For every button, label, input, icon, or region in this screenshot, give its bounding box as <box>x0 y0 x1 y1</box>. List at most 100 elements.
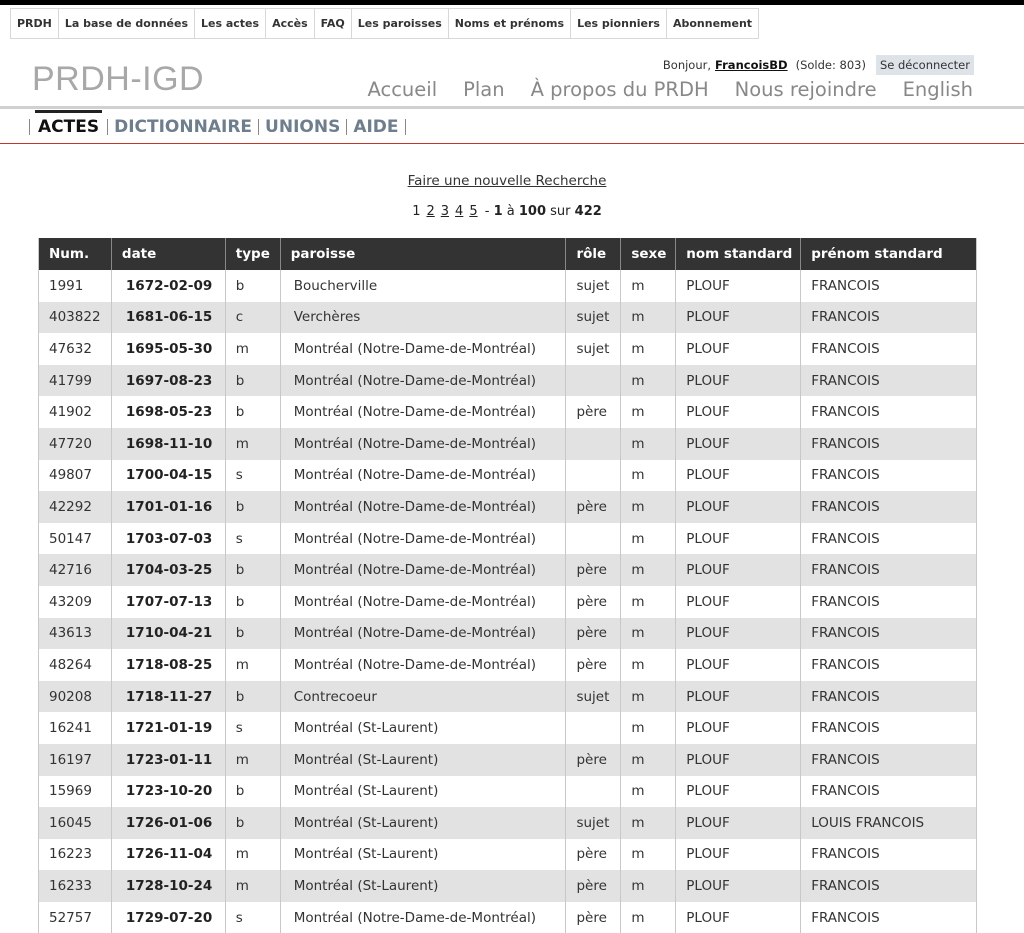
table-row[interactable]: 42716 1704-03-25 b Montréal (Notre-Dame-de-… <box>38 554 977 586</box>
header-divider <box>0 106 1024 109</box>
results-table: Num. date type paroisse rôle sexe nom standard… <box>38 238 977 933</box>
cell-role: père <box>565 649 622 681</box>
table-row[interactable]: 42292 1701-01-16 b Montréal (Notre-Dame-de-… <box>38 491 977 523</box>
cell-prenom: FRANCOIS <box>800 712 977 744</box>
cell-date: 1701-01-16 <box>111 491 226 523</box>
table-row[interactable]: 48264 1718-08-25 m Montréal (Notre-Dame-de-… <box>38 649 977 681</box>
username-link[interactable]: FrancoisBD <box>715 58 788 72</box>
range-from: 1 <box>493 204 503 219</box>
topnav-item-les-pionniers[interactable]: Les pionniers <box>570 9 666 38</box>
cell-date: 1723-01-11 <box>111 743 226 776</box>
page-link[interactable]: 2 <box>426 204 434 219</box>
table-row[interactable]: 1991 1672-02-09 b Boucherville sujet m PLOUF FR… <box>38 270 977 302</box>
cell-role <box>565 522 622 555</box>
cell-role <box>565 427 622 460</box>
column-header-prenom-standard[interactable]: prénom standard <box>800 238 977 270</box>
cell-nom: PLOUF <box>675 807 802 839</box>
cell-type: b <box>225 491 281 523</box>
cell-type: m <box>225 870 281 902</box>
table-row[interactable]: 47632 1695-05-30 m Montréal (Notre-Dame-de-… <box>38 333 977 365</box>
table-row[interactable]: 41799 1697-08-23 b Montréal (Notre-Dame-de-… <box>38 364 977 397</box>
cell-prenom: FRANCOIS <box>800 333 977 365</box>
cell-prenom: FRANCOIS <box>800 743 977 776</box>
cell-prenom: FRANCOIS <box>800 775 977 808</box>
cell-sexe: m <box>620 901 677 933</box>
cell-paroisse: Montréal (St-Laurent) <box>280 743 567 776</box>
site-logo[interactable]: PRDH-IGD <box>32 60 204 99</box>
cell-prenom: FRANCOIS <box>800 301 977 334</box>
table-row[interactable]: 41902 1698-05-23 b Montréal (Notre-Dame-de-… <box>38 396 977 428</box>
page-link[interactable]: 5 <box>469 204 477 219</box>
column-header-type[interactable]: type <box>225 238 281 270</box>
table-row[interactable]: 403822 1681-06-15 c Verchères sujet m PLOUF FRA… <box>38 301 977 334</box>
topnav-item-faq[interactable]: FAQ <box>313 9 351 38</box>
column-header-sexe[interactable]: sexe <box>620 238 677 270</box>
mainnav-item-accueil[interactable]: Accueil <box>367 78 437 101</box>
table-row[interactable]: 16045 1726-01-06 b Montréal (St-Laurent) suj… <box>38 807 977 839</box>
range-total: 422 <box>574 204 602 219</box>
column-header-paroisse[interactable]: paroisse <box>280 238 567 270</box>
column-header-date[interactable]: date <box>111 238 226 270</box>
cell-type: b <box>225 270 281 302</box>
cell-role: père <box>565 617 622 650</box>
cell-sexe: m <box>620 838 677 871</box>
pagination: 12345 - 1 à 100 sur 422 <box>0 204 1014 219</box>
subnav-tab-actes[interactable]: ACTES <box>35 109 103 142</box>
topnav-item-abonnement[interactable]: Abonnement <box>665 9 760 38</box>
table-row[interactable]: 90208 1718-11-27 b Contrecoeur sujet m PLOUF FR… <box>38 680 977 713</box>
table-row[interactable]: 47720 1698-11-10 m Montréal (Notre-Dame-de-… <box>38 427 977 460</box>
cell-date: 1726-11-04 <box>111 838 226 871</box>
cell-paroisse: Verchères <box>280 301 567 334</box>
table-row[interactable]: 49807 1700-04-15 s Montréal (Notre-Dame-de-… <box>38 459 977 492</box>
cell-date: 1672-02-09 <box>111 270 226 302</box>
mainnav-item-a-propos-du-prdh[interactable]: À propos du PRDH <box>531 78 709 101</box>
logout-button[interactable]: Se déconnecter <box>875 55 974 75</box>
table-row[interactable]: 50147 1703-07-03 s Montréal (Notre-Dame-de-… <box>38 522 977 555</box>
cell-paroisse: Contrecoeur <box>280 680 567 713</box>
cell-sexe: m <box>620 870 677 902</box>
subnav-tab-dictionnaire[interactable]: DICTIONNAIRE <box>113 117 253 137</box>
topnav-item-les-actes[interactable]: Les actes <box>194 9 265 38</box>
cell-role: père <box>565 743 622 776</box>
cell-nom: PLOUF <box>675 680 802 713</box>
new-search-link[interactable]: Faire une nouvelle Recherche <box>0 173 1014 189</box>
user-bar: Bonjour, FrancoisBD (Solde: 803) Se déco… <box>663 55 974 75</box>
section-divider <box>0 143 1024 144</box>
cell-date: 1681-06-15 <box>111 301 226 334</box>
column-header-num[interactable]: Num. <box>38 238 112 270</box>
topnav-item-prdh[interactable]: PRDH <box>10 9 58 38</box>
table-row[interactable]: 52757 1729-07-20 s Montréal (Notre-Dame-de-… <box>38 901 977 933</box>
table-row[interactable]: 15969 1723-10-20 b Montréal (St-Laurent) m PL… <box>38 775 977 808</box>
page-link[interactable]: 3 <box>441 204 449 219</box>
table-row[interactable]: 16241 1721-01-19 s Montréal (St-Laurent) m PL… <box>38 712 977 744</box>
subnav-separator <box>29 119 30 135</box>
mainnav-item-nous-rejoindre[interactable]: Nous rejoindre <box>735 78 877 101</box>
topnav-item-acces[interactable]: Accès <box>265 9 314 38</box>
cell-prenom: FRANCOIS <box>800 522 977 555</box>
topnav-item-la-base-de-donnees[interactable]: La base de données <box>57 9 194 38</box>
topnav-item-noms-et-prenoms[interactable]: Noms et prénoms <box>447 9 570 38</box>
mainnav-item-english[interactable]: English <box>903 78 973 101</box>
subnav-tab-aide[interactable]: AIDE <box>352 117 399 137</box>
cell-role: sujet <box>565 807 622 839</box>
table-row[interactable]: 16233 1728-10-24 m Montréal (St-Laurent) pèr… <box>38 870 977 902</box>
column-header-nom-standard[interactable]: nom standard <box>675 238 802 270</box>
cell-sexe: m <box>620 680 677 713</box>
cell-nom: PLOUF <box>675 427 802 460</box>
table-row[interactable]: 16223 1726-11-04 m Montréal (St-Laurent) pèr… <box>38 838 977 871</box>
table-row[interactable]: 43613 1710-04-21 b Montréal (Notre-Dame-de-… <box>38 617 977 650</box>
topnav-item-les-paroisses[interactable]: Les paroisses <box>350 9 448 38</box>
cell-paroisse: Montréal (Notre-Dame-de-Montréal) <box>280 491 567 523</box>
cell-sexe: m <box>620 807 677 839</box>
subnav-tab-unions[interactable]: UNIONS <box>264 117 341 137</box>
column-header-role[interactable]: rôle <box>565 238 622 270</box>
cell-date: 1697-08-23 <box>111 364 226 397</box>
cell-paroisse: Montréal (Notre-Dame-de-Montréal) <box>280 396 567 428</box>
cell-date: 1729-07-20 <box>111 901 226 933</box>
table-row[interactable]: 43209 1707-07-13 b Montréal (Notre-Dame-de-… <box>38 585 977 618</box>
cell-num: 42716 <box>38 554 112 586</box>
cell-role: père <box>565 396 622 428</box>
table-row[interactable]: 16197 1723-01-11 m Montréal (St-Laurent) pèr… <box>38 743 977 776</box>
mainnav-item-plan[interactable]: Plan <box>463 78 505 101</box>
page-link[interactable]: 4 <box>455 204 463 219</box>
